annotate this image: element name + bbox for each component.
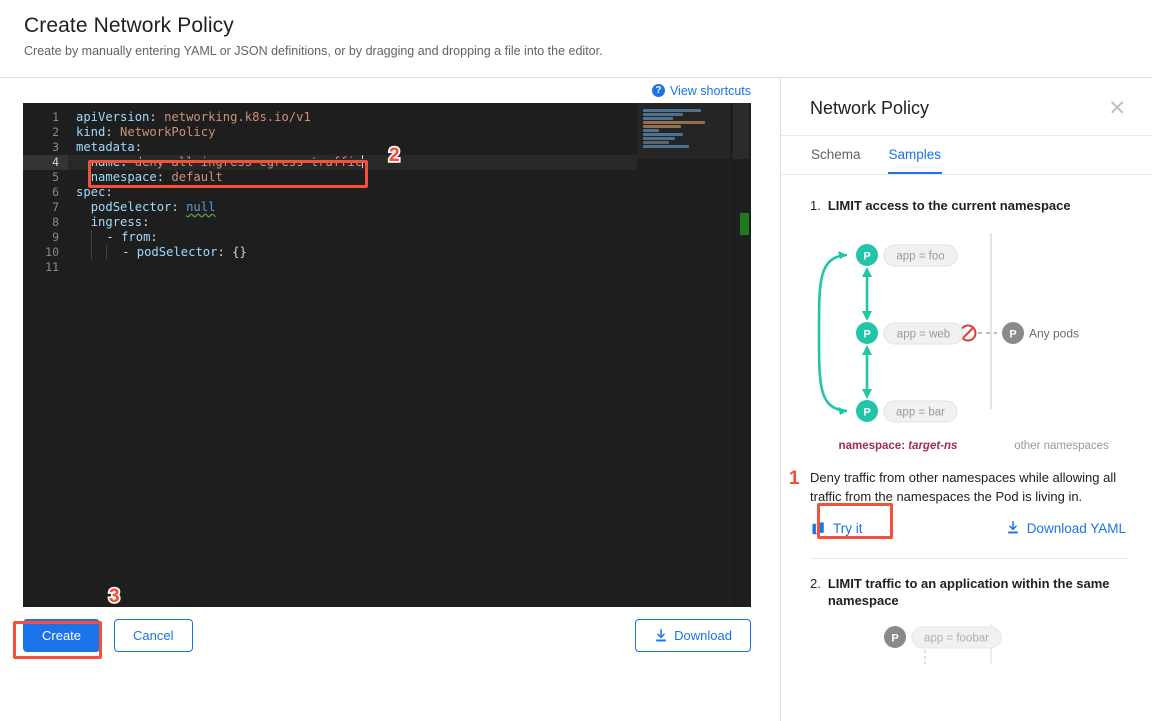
create-button[interactable]: Create — [23, 619, 101, 652]
help-icon: ? — [651, 84, 665, 97]
sample-2-title: 2. LIMIT traffic to an application withi… — [781, 559, 1152, 610]
page-header: Create Network Policy Create by manually… — [0, 0, 1152, 78]
action-bar: Create Cancel Download — [0, 607, 780, 664]
svg-text:P: P — [863, 406, 870, 418]
svg-text:P: P — [1009, 328, 1016, 340]
main-content: ? View shortcuts 1 2 3 4 5 6 7 8 9 10 11 apiVersio… — [0, 78, 1152, 721]
minimap-line-2 — [643, 113, 683, 116]
panel-title: Network Policy — [810, 98, 930, 118]
svg-text:app = bar: app = bar — [896, 406, 945, 418]
diagram-namespace-label: namespace: — [838, 439, 906, 452]
line-number-3: 3 — [52, 140, 59, 154]
svg-text:P: P — [863, 328, 870, 340]
download-yaml-link[interactable]: Download YAML — [1004, 517, 1128, 540]
download-yaml-label: Download YAML — [1026, 520, 1126, 536]
sample-1-title: 1. LIMIT access to the current namespace — [781, 175, 1152, 215]
svg-text:P: P — [863, 250, 870, 262]
minimap-divider — [68, 159, 637, 160]
minimap-line-9 — [643, 141, 669, 144]
minimap-line-5 — [643, 125, 681, 128]
editor-vertical-scrollbar[interactable] — [729, 103, 751, 607]
line-number-gutter: 1 2 3 4 5 6 7 8 9 10 11 — [23, 103, 68, 607]
sample-1-diagram: P app = foo P app = web P app = bar P An… — [781, 215, 1152, 452]
download-button[interactable]: Download — [635, 619, 751, 652]
editor-minimap[interactable] — [637, 103, 729, 607]
line-number-9: 9 — [52, 230, 59, 244]
view-shortcuts-link[interactable]: ? View shortcuts — [651, 83, 751, 98]
yaml-code-editor[interactable]: 1 2 3 4 5 6 7 8 9 10 11 apiVersion: networking.k8s… — [23, 103, 751, 607]
sample-2-number: 2. — [810, 575, 821, 591]
svg-text:Any pods: Any pods — [1029, 326, 1079, 340]
tab-samples[interactable]: Samples — [887, 136, 943, 174]
diagram-other-namespaces-label: other namespaces — [1014, 439, 1109, 452]
minimap-line-8 — [643, 137, 675, 140]
minimap-line-6 — [643, 129, 659, 132]
panel-header: Network Policy ✕ — [781, 78, 1152, 136]
samples-panel: Network Policy ✕ Schema Samples 1. LIMIT… — [780, 78, 1152, 721]
view-shortcuts-label: View shortcuts — [669, 83, 751, 98]
minimap-line-3 — [643, 117, 673, 120]
sample-2-heading: LIMIT traffic to an application within t… — [827, 575, 1110, 609]
download-icon — [1007, 521, 1018, 534]
svg-text:app = foo: app = foo — [896, 250, 944, 262]
line-number-11: 11 — [45, 260, 59, 274]
shortcuts-row: ? View shortcuts — [0, 78, 780, 103]
panel-tabs: Schema Samples — [781, 136, 1152, 175]
try-it-label: Try it — [833, 520, 863, 536]
sample-1-number: 1. — [810, 198, 821, 213]
download-icon — [656, 628, 666, 641]
page-subtitle: Create by manually entering YAML or JSON… — [24, 44, 603, 58]
loop-connector — [817, 253, 848, 412]
try-it-button[interactable]: Try it — [810, 517, 865, 540]
cancel-button[interactable]: Cancel — [114, 619, 193, 652]
svg-text:P: P — [891, 632, 898, 644]
line-number-1: 1 — [52, 110, 59, 124]
sample-1-actions: Try it Download YAML — [781, 507, 1152, 540]
panel-body: 1. LIMIT access to the current namespace — [781, 175, 1152, 669]
clipboard-icon — [812, 521, 825, 534]
minimap-line-4 — [643, 121, 705, 124]
line-number-2: 2 — [52, 125, 59, 139]
scrollbar-change-marker — [740, 213, 749, 235]
sample-2-diagram: P app = foobar — [781, 610, 1152, 669]
line-number-4: 4 — [23, 155, 68, 170]
line-number-8: 8 — [52, 215, 59, 229]
line-number-10: 10 — [45, 245, 59, 259]
sample-1-description: Deny traffic from other namespaces while… — [810, 469, 1117, 505]
svg-text:app = web: app = web — [897, 328, 950, 340]
line-number-6: 6 — [52, 185, 59, 199]
close-icon[interactable]: ✕ — [1104, 96, 1130, 121]
minimap-line-10 — [643, 145, 689, 148]
line-number-5: 5 — [52, 170, 59, 184]
tab-schema[interactable]: Schema — [810, 136, 862, 174]
minimap-line-1 — [643, 109, 701, 112]
minimap-line-7 — [643, 133, 683, 136]
sample-1-heading: LIMIT access to the current namespace — [827, 198, 1071, 213]
editor-pane: ? View shortcuts 1 2 3 4 5 6 7 8 9 10 11 apiVersio… — [0, 78, 780, 664]
download-button-label: Download — [674, 628, 732, 643]
diagram-namespace-value: target-ns — [908, 439, 958, 452]
svg-text:app = foobar: app = foobar — [924, 632, 989, 644]
line-number-7: 7 — [52, 200, 59, 214]
scrollbar-thumb[interactable] — [733, 103, 749, 159]
page-title: Create Network Policy — [24, 14, 234, 37]
